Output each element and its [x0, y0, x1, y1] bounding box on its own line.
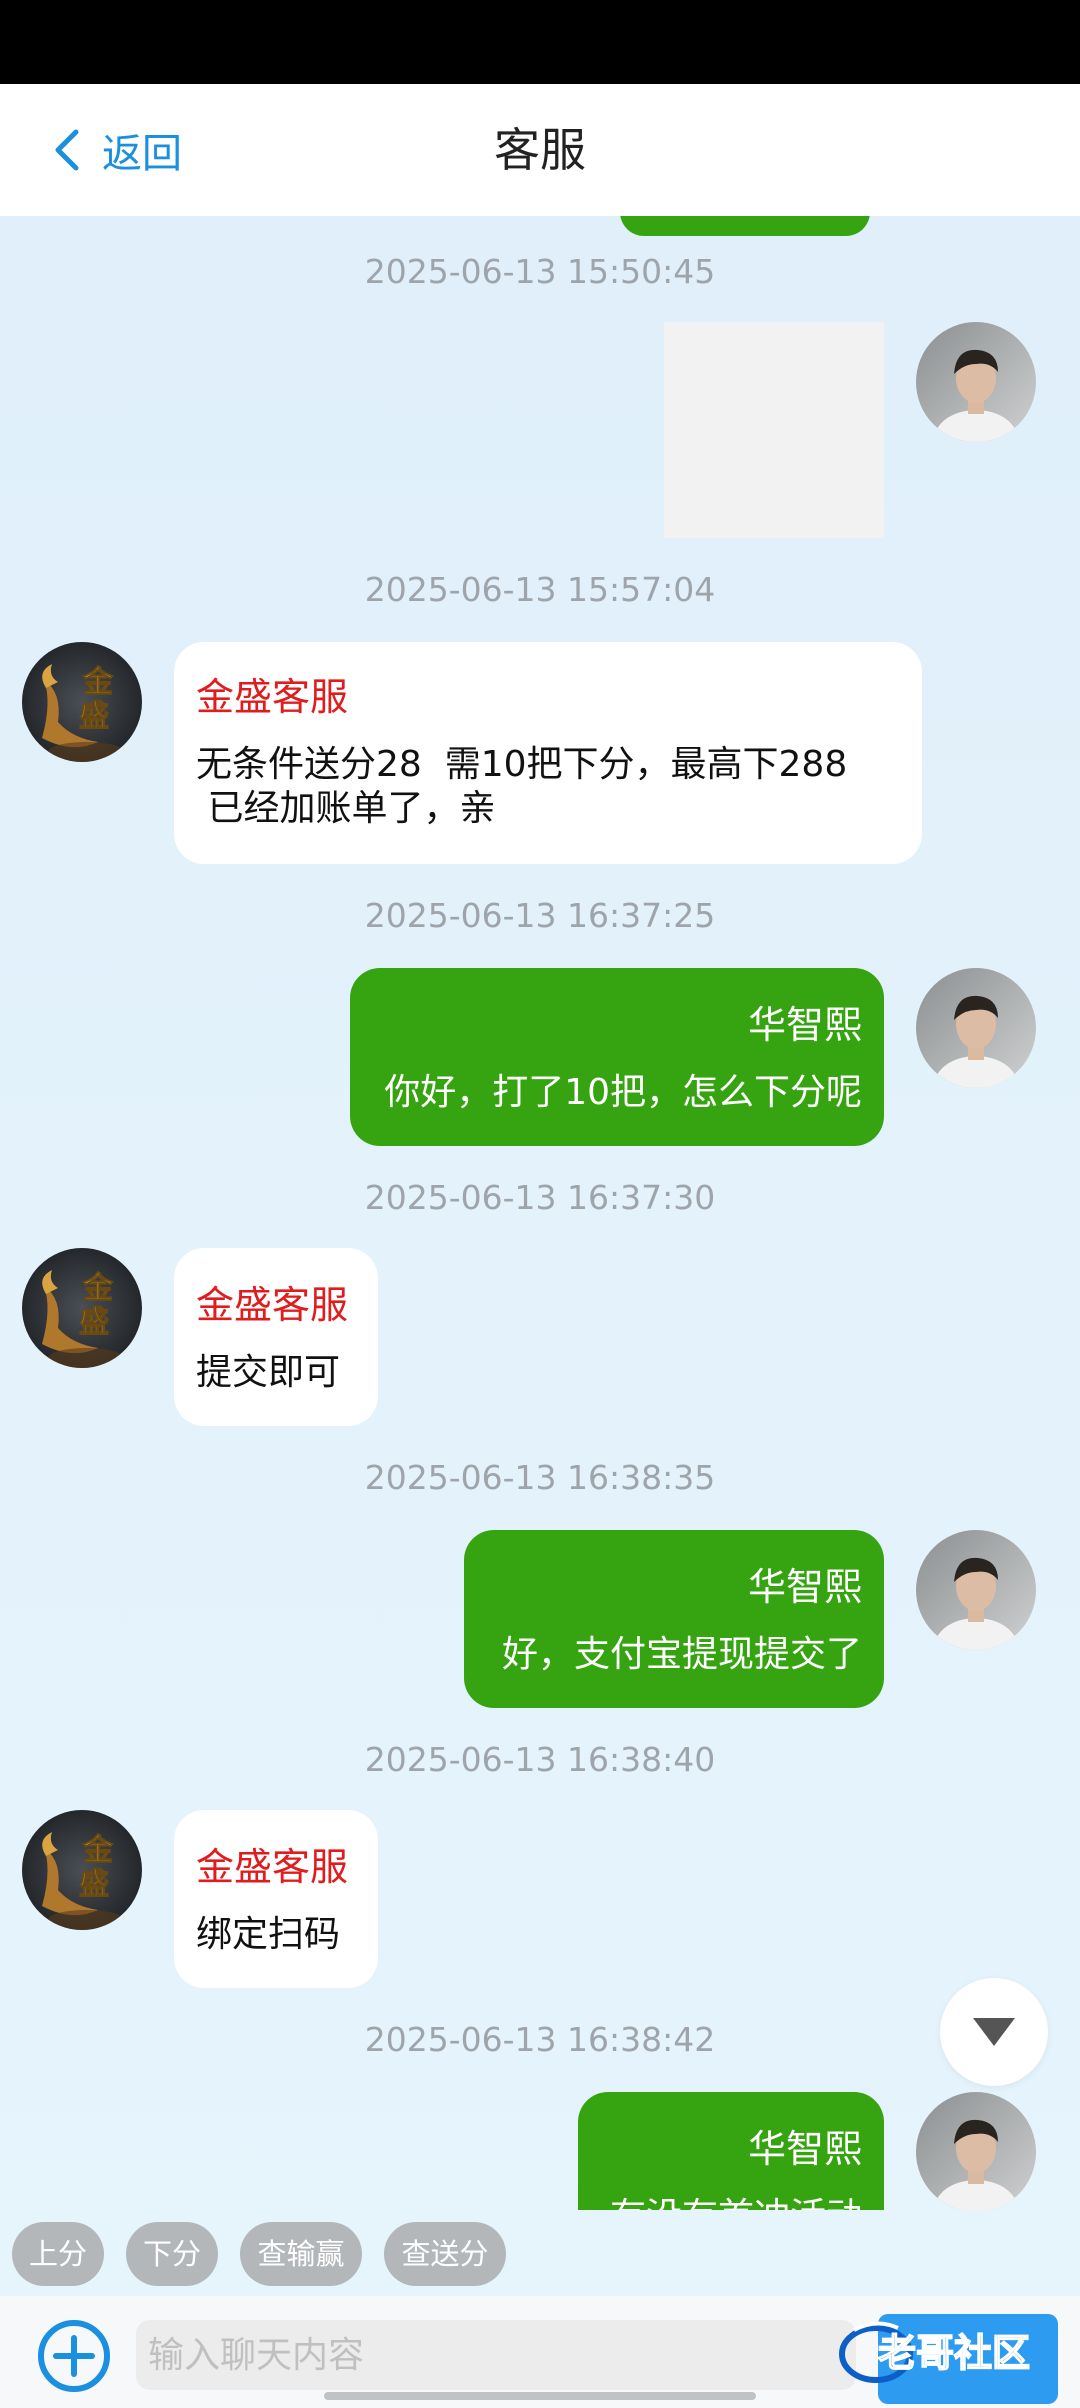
- user-photo-icon: [916, 2092, 1036, 2210]
- user-avatar[interactable]: [916, 322, 1036, 442]
- agent-avatar[interactable]: 金盛: [22, 1810, 142, 1930]
- message-timestamp: 2025-06-13 16:38:42: [364, 2020, 716, 2059]
- page-title: 客服: [494, 123, 586, 177]
- chat-list[interactable]: 2025-06-13 15:50:45 2025-06-13 15:57:04 …: [0, 216, 1080, 2210]
- status-bar: [0, 0, 1080, 84]
- svg-text:金: 金: [82, 1833, 114, 1868]
- triangle-down-icon: [973, 2018, 1015, 2046]
- sender-name: 金盛客服: [196, 675, 349, 719]
- partial-message-bubble: [620, 216, 870, 236]
- agent-avatar[interactable]: 金盛: [22, 642, 142, 762]
- message-bubble: 华智熙 有没有首冲活动: [578, 2092, 884, 2210]
- quick-action-down-score[interactable]: 下分: [126, 2222, 218, 2286]
- quick-action-check-bonus[interactable]: 查送分: [384, 2222, 506, 2286]
- svg-text:盛: 盛: [79, 1867, 109, 1902]
- message-text: 好，支付宝提现提交了: [501, 1634, 862, 1675]
- user-photo-icon: [916, 322, 1036, 442]
- svg-text:金: 金: [82, 665, 114, 700]
- message-bubble: 金盛客服 无条件送分28 需10把下分，最高下288 已经加账单了，亲: [174, 642, 922, 864]
- user-avatar[interactable]: [916, 1530, 1036, 1650]
- svg-text:盛: 盛: [79, 1305, 109, 1340]
- message-text: 已经加账单了，亲: [196, 788, 496, 829]
- message-bubble: 金盛客服 提交即可: [174, 1248, 378, 1426]
- dragon-logo-icon: 金盛: [22, 1248, 142, 1368]
- message-timestamp: 2025-06-13 16:38:40: [364, 1740, 716, 1779]
- message-text: 无条件送分28 需10把下分，最高下288: [196, 744, 848, 785]
- chat-input[interactable]: [136, 2320, 856, 2390]
- message-timestamp: 2025-06-13 16:37:25: [364, 896, 716, 935]
- home-indicator: [324, 2392, 756, 2400]
- message-bubble: 华智熙 你好，打了10把，怎么下分呢: [350, 968, 884, 1146]
- image-message[interactable]: [664, 322, 884, 538]
- message-timestamp: 2025-06-13 16:37:30: [364, 1178, 716, 1217]
- message-timestamp: 2025-06-13 15:57:04: [364, 570, 716, 609]
- message-timestamp: 2025-06-13 16:38:35: [364, 1458, 716, 1497]
- dragon-logo-icon: 金盛: [22, 1810, 142, 1930]
- scroll-down-button[interactable]: [940, 1978, 1048, 2086]
- message-bubble: 金盛客服 绑定扫码: [174, 1810, 378, 1988]
- message-bubble: 华智熙 好，支付宝提现提交了: [464, 1530, 884, 1708]
- plus-circle-icon[interactable]: [36, 2318, 112, 2394]
- watermark-text: 老哥社区: [878, 2331, 1030, 2375]
- watermark-logo: 老哥社区: [839, 2321, 1031, 2383]
- message-timestamp: 2025-06-13 15:50:45: [364, 252, 716, 291]
- sender-name: 金盛客服: [196, 1845, 349, 1889]
- user-avatar[interactable]: [916, 968, 1036, 1088]
- svg-text:金: 金: [82, 1271, 114, 1306]
- quick-action-check-winloss[interactable]: 查输赢: [240, 2222, 362, 2286]
- sender-name: 华智熙: [747, 1003, 862, 1047]
- svg-text:盛: 盛: [79, 699, 109, 734]
- message-text: 提交即可: [196, 1352, 341, 1393]
- quick-action-bar: 上分 下分 查输赢 查送分: [0, 2210, 1080, 2296]
- user-photo-icon: [916, 1530, 1036, 1650]
- quick-action-up-score[interactable]: 上分: [12, 2222, 104, 2286]
- user-photo-icon: [916, 968, 1036, 1088]
- sender-name: 华智熙: [747, 1565, 862, 1609]
- message-text: 有没有首冲活动: [600, 2195, 862, 2210]
- message-text: 你好，打了10把，怎么下分呢: [384, 1072, 862, 1113]
- message-text: 绑定扫码: [196, 1914, 341, 1955]
- sender-name: 华智熙: [747, 2127, 862, 2171]
- dragon-logo-icon: 金盛: [22, 642, 142, 762]
- nav-bar: 返回 客服: [0, 84, 1080, 216]
- user-avatar[interactable]: [916, 2092, 1036, 2210]
- agent-avatar[interactable]: 金盛: [22, 1248, 142, 1368]
- sender-name: 金盛客服: [196, 1283, 349, 1327]
